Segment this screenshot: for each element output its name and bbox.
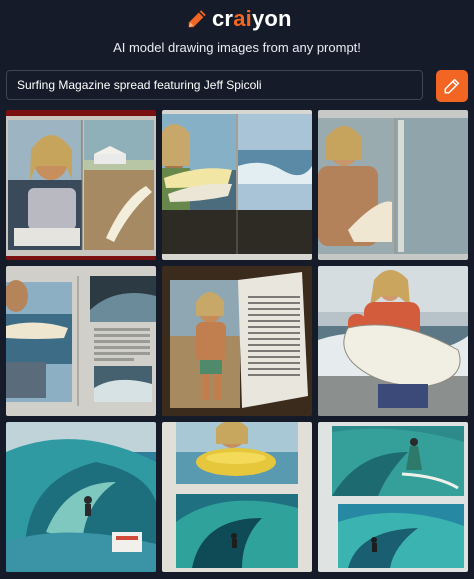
results-grid: [6, 110, 468, 572]
header: craiyon: [0, 0, 474, 36]
result-image-8[interactable]: [162, 422, 312, 572]
result-image-6[interactable]: [318, 266, 468, 416]
tagline: AI model drawing images from any prompt!: [113, 40, 361, 55]
prompt-input[interactable]: [6, 70, 423, 100]
result-image-2[interactable]: [162, 110, 312, 260]
result-image-7[interactable]: [6, 422, 156, 572]
craiyon-logo[interactable]: craiyon: [186, 6, 292, 32]
result-image-3[interactable]: [318, 110, 468, 260]
logo-text: craiyon: [212, 6, 292, 31]
pencil-icon: [444, 78, 460, 94]
result-image-5[interactable]: [162, 266, 312, 416]
result-image-9[interactable]: [318, 422, 468, 572]
draw-button[interactable]: [436, 70, 468, 102]
result-image-1[interactable]: [6, 110, 156, 260]
result-image-4[interactable]: [6, 266, 156, 416]
pencil-icon: [188, 10, 206, 28]
